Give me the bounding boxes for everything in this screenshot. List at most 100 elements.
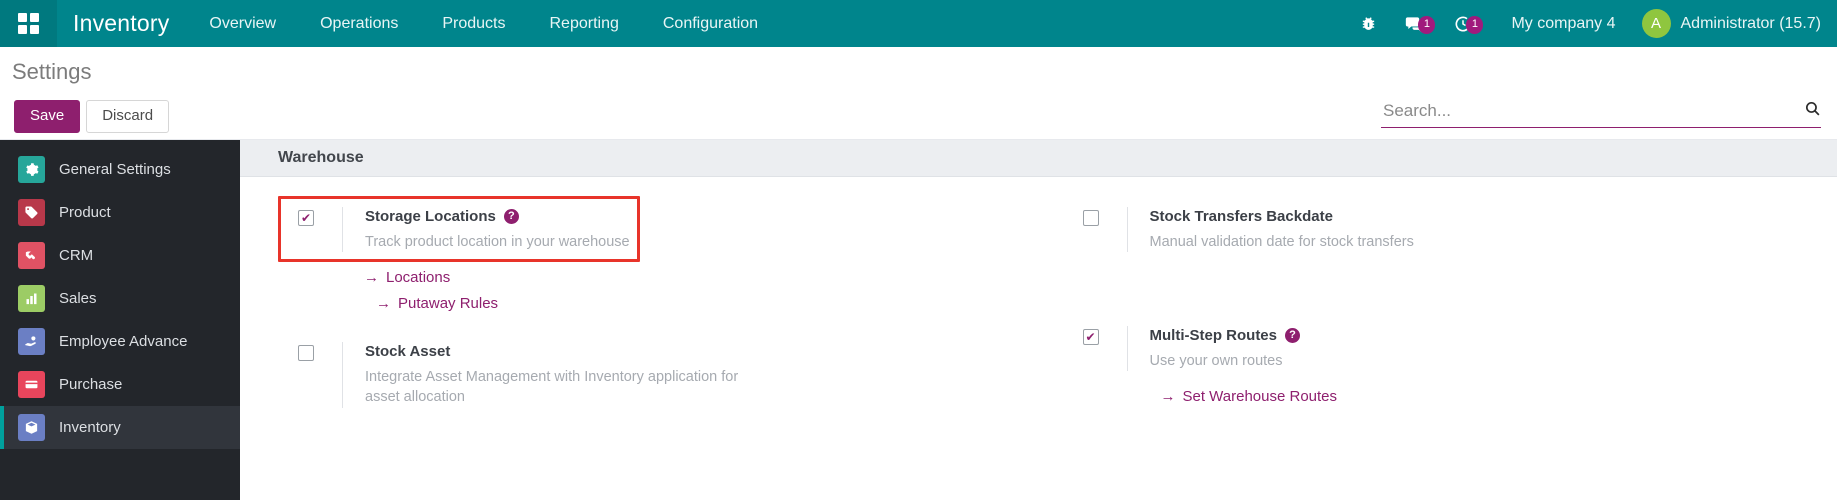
setting-row: ✔ Multi-Step Routes ? Use your own route… xyxy=(1063,318,1837,379)
setting-row: ✔ Storage Locations ? Track product loca… xyxy=(278,199,1039,260)
save-button[interactable]: Save xyxy=(14,100,81,133)
app-brand-inventory[interactable]: Inventory xyxy=(57,10,187,37)
settings-column-right: Stock Transfers Backdate Manual validati… xyxy=(1039,199,1837,426)
setting-description: Use your own routes xyxy=(1149,352,1283,369)
avatar: A xyxy=(1641,9,1671,38)
search-icon[interactable] xyxy=(1796,100,1821,122)
sidebar-item-crm[interactable]: CRM xyxy=(0,234,240,277)
sidebar-item-label: Sales xyxy=(59,290,97,307)
setting-title-label: Stock Asset xyxy=(365,343,451,361)
page-body: General Settings Product CRM Sales Emplo… xyxy=(0,140,1837,500)
stock-asset-checkbox[interactable] xyxy=(298,345,314,362)
setting-row: Stock Transfers Backdate Manual validati… xyxy=(1063,199,1837,260)
sidebar-item-purchase[interactable]: Purchase xyxy=(0,363,240,406)
navbar-right-tools: 1 1 My company 4 A Administrator (15.7) xyxy=(1346,0,1837,47)
multi-step-routes-checkbox[interactable]: ✔ xyxy=(1082,329,1099,346)
discard-button[interactable]: Discard xyxy=(86,100,170,133)
sidebar-item-general-settings[interactable]: General Settings xyxy=(0,148,240,191)
activities-button[interactable]: 1 xyxy=(1439,14,1487,34)
checkmark-icon: ✔ xyxy=(300,211,312,225)
nav-menu-reporting[interactable]: Reporting xyxy=(528,0,641,47)
setting-title: Stock Transfers Backdate xyxy=(1150,207,1837,227)
tag-icon xyxy=(18,199,45,226)
search-input[interactable] xyxy=(1381,101,1796,121)
messages-button[interactable]: 1 xyxy=(1391,14,1439,34)
stock-transfers-backdate-checkbox[interactable] xyxy=(1082,210,1099,226)
setting-stock-transfers-backdate: Stock Transfers Backdate Manual validati… xyxy=(1063,199,1837,260)
setting-stock-asset: Stock Asset Integrate Asset Management w… xyxy=(278,334,1039,416)
link-putaway-rules[interactable]: → Putaway Rules xyxy=(364,295,1039,312)
setting-links: → Set Warehouse Routes xyxy=(1063,388,1837,405)
search-bar xyxy=(1381,100,1821,128)
sidebar-item-inventory[interactable]: Inventory xyxy=(0,406,240,449)
page-title: Settings xyxy=(12,59,92,84)
sidebar-item-employee-advance[interactable]: Employee Advance xyxy=(0,320,240,363)
help-icon[interactable]: ? xyxy=(1285,328,1300,344)
setting-row: Stock Asset Integrate Asset Management w… xyxy=(278,334,1039,416)
checkbox-cell xyxy=(1082,207,1127,226)
settings-column-left: ✔ Storage Locations ? Track product loca… xyxy=(240,196,1039,426)
link-label: Set Warehouse Routes xyxy=(1182,388,1338,406)
user-menu[interactable]: A Administrator (15.7) xyxy=(1636,9,1821,38)
storage-locations-checkbox[interactable]: ✔ xyxy=(298,210,314,226)
settings-content: Warehouse ✔ Storage Locations ? Track pr… xyxy=(240,140,1837,500)
control-panel-buttons: Save Discard xyxy=(14,100,170,133)
checkbox-cell: ✔ xyxy=(1082,326,1127,346)
gear-icon xyxy=(18,156,45,183)
box-icon xyxy=(18,414,45,441)
sidebar-item-label: Employee Advance xyxy=(59,333,188,350)
apps-menu-toggle[interactable] xyxy=(0,0,57,47)
arrow-right-icon: → xyxy=(376,295,391,313)
sidebar-item-product[interactable]: Product xyxy=(0,191,240,234)
section-title-warehouse: Warehouse xyxy=(240,140,1837,177)
setting-text: Storage Locations ? Track product locati… xyxy=(342,207,1039,253)
sidebar-item-label: Inventory xyxy=(59,419,121,436)
company-switcher[interactable]: My company 4 xyxy=(1487,15,1635,33)
hand-money-icon xyxy=(18,328,45,355)
setting-links: → Locations → Putaway Rules xyxy=(278,269,1039,312)
top-navbar: Inventory Overview Operations Products R… xyxy=(0,0,1837,47)
setting-description: Track product location in your warehouse xyxy=(365,233,630,250)
sidebar-item-label: CRM xyxy=(59,247,94,264)
setting-title: Multi-Step Routes ? xyxy=(1150,326,1837,346)
grid-apps-icon xyxy=(18,13,39,34)
settings-grid: ✔ Storage Locations ? Track product loca… xyxy=(240,177,1837,426)
setting-title-label: Storage Locations xyxy=(365,208,496,225)
activities-count-badge: 1 xyxy=(1466,15,1484,34)
help-icon[interactable]: ? xyxy=(503,209,519,225)
link-set-warehouse-routes[interactable]: → Set Warehouse Routes xyxy=(1149,388,1837,405)
setting-title-label: Multi-Step Routes xyxy=(1149,327,1278,345)
setting-text: Stock Transfers Backdate Manual validati… xyxy=(1126,207,1837,253)
setting-description: Manual validation date for stock transfe… xyxy=(1149,233,1414,250)
bug-icon xyxy=(1363,17,1375,30)
setting-title: Storage Locations ? xyxy=(365,207,1039,227)
credit-card-icon xyxy=(18,371,45,398)
setting-storage-locations: ✔ Storage Locations ? Track product loca… xyxy=(278,196,1039,312)
arrow-right-icon: → xyxy=(1160,388,1176,406)
setting-text: Stock Asset Integrate Asset Management w… xyxy=(342,342,1039,408)
bar-chart-icon xyxy=(18,285,45,312)
checkbox-cell xyxy=(298,342,342,362)
odoo-inventory-settings-page: Inventory Overview Operations Products R… xyxy=(0,0,1837,500)
nav-menu-operations[interactable]: Operations xyxy=(298,0,420,47)
setting-multi-step-routes: ✔ Multi-Step Routes ? Use your own route… xyxy=(1063,318,1837,405)
setting-description: Integrate Asset Management with Inventor… xyxy=(365,368,739,406)
nav-menu-configuration[interactable]: Configuration xyxy=(641,0,780,47)
nav-menu-overview[interactable]: Overview xyxy=(187,0,298,47)
arrow-right-icon: → xyxy=(364,269,379,287)
handshake-icon xyxy=(18,242,45,269)
debug-menu-button[interactable] xyxy=(1346,15,1391,32)
sidebar-item-label: Product xyxy=(59,204,111,221)
sidebar-item-label: General Settings xyxy=(59,161,171,178)
checkmark-icon: ✔ xyxy=(1085,330,1096,345)
checkbox-cell: ✔ xyxy=(298,207,342,226)
settings-sidebar: General Settings Product CRM Sales Emplo… xyxy=(0,140,240,500)
link-locations[interactable]: → Locations xyxy=(364,269,1039,286)
setting-text: Multi-Step Routes ? Use your own routes xyxy=(1126,326,1837,372)
setting-title-label: Stock Transfers Backdate xyxy=(1149,208,1333,225)
sidebar-item-sales[interactable]: Sales xyxy=(0,277,240,320)
link-label: Locations xyxy=(386,269,451,287)
control-panel: Settings Save Discard xyxy=(0,47,1837,140)
nav-menu-products[interactable]: Products xyxy=(420,0,527,47)
link-label: Putaway Rules xyxy=(398,295,499,313)
